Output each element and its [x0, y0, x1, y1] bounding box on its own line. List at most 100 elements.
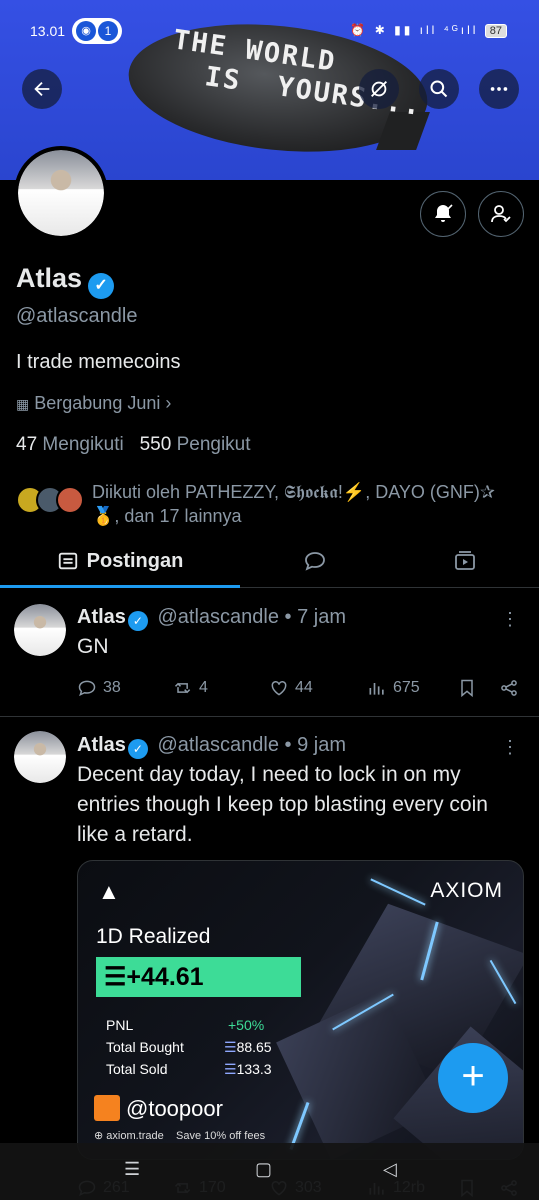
following-label: Mengikuti — [42, 434, 124, 455]
card-site: axiom.trade — [106, 1130, 164, 1142]
compose-post-button[interactable]: + — [438, 1043, 508, 1113]
joined-date[interactable]: ▦ Bergabung Juni › — [16, 393, 171, 414]
repost-icon — [174, 682, 191, 694]
verified-badge-icon[interactable]: ✓ — [88, 273, 115, 299]
avatar-image — [14, 731, 66, 783]
tab-media[interactable] — [390, 534, 539, 588]
home-icon[interactable]: ▢ — [255, 1159, 272, 1180]
profile-tabs: Postingan — [0, 534, 539, 588]
tab-active-indicator — [0, 585, 240, 588]
avatar-image — [14, 604, 66, 656]
replies-icon — [305, 552, 325, 571]
notify-button[interactable] — [420, 191, 466, 237]
reply-icon — [78, 680, 96, 697]
wifi-icon: ◉ — [76, 21, 96, 41]
followers-link[interactable]: 550 Pengikut — [140, 434, 251, 455]
share-icon — [501, 680, 517, 696]
search-button[interactable] — [419, 69, 459, 109]
back-nav-icon[interactable]: ◁ — [383, 1159, 397, 1180]
post-text: GN — [77, 635, 109, 658]
profile-avatar[interactable] — [14, 146, 108, 240]
notification-pill: ◉ 1 — [72, 18, 122, 44]
tab-replies[interactable] — [240, 534, 390, 588]
following-link[interactable]: 47 Mengikuti — [16, 434, 124, 455]
profile-name-text: Atlas — [16, 263, 83, 293]
posts-icon — [58, 552, 77, 570]
back-button[interactable] — [22, 69, 62, 109]
post-author-name[interactable]: Atlas — [77, 734, 126, 756]
post-author-handle[interactable]: @atlascandle — [157, 734, 278, 756]
solana-icon: ☰ — [104, 963, 127, 991]
card-brand: AXIOM — [430, 879, 503, 902]
card-row-label: Total Sold — [106, 1061, 168, 1077]
grok-icon — [371, 81, 387, 97]
calendar-icon: ▦ — [16, 396, 30, 412]
heart-icon — [271, 680, 287, 696]
battery-icon: 87 — [484, 24, 507, 38]
post-avatar[interactable] — [14, 604, 66, 656]
post-author-name[interactable]: Atlas — [77, 606, 126, 628]
avatar-image — [18, 150, 104, 236]
card-crack — [370, 878, 426, 906]
profile-name: Atlas ✓ — [16, 263, 115, 299]
share-button[interactable] — [499, 678, 519, 698]
view-count: 675 — [393, 679, 420, 696]
card-promo: Save 10% off fees — [176, 1130, 266, 1142]
reply-button[interactable]: 38 — [77, 678, 121, 698]
card-row-value-text: 88.65 — [236, 1039, 272, 1055]
post-text: Decent day today, I need to lock in on m… — [77, 763, 488, 846]
more-horizontal-icon — [490, 87, 508, 91]
tab-posts-label: Postingan — [86, 549, 184, 572]
tab-posts[interactable]: Postingan — [0, 534, 240, 588]
followers-label: Pengikut — [176, 434, 251, 455]
verified-badge-icon: ✓ — [127, 611, 148, 631]
profile-bio: I trade memecoins — [16, 351, 181, 373]
card-row-value: ☰88.65 — [224, 1039, 272, 1056]
followers-count: 550 — [139, 434, 172, 455]
system-nav-bar: ☰ ▢ ◁ — [0, 1143, 539, 1200]
post-avatar[interactable] — [14, 731, 66, 783]
chevron-right-icon: › — [165, 393, 172, 413]
bookmark-button[interactable] — [457, 678, 477, 698]
person-check-icon — [491, 205, 511, 223]
card-user: @toopoor — [94, 1095, 223, 1122]
following-button[interactable] — [478, 191, 524, 237]
arrow-left-icon — [34, 81, 50, 97]
card-row-label: PNL — [106, 1017, 134, 1033]
card-row-value: +50% — [228, 1017, 265, 1033]
joined-text: Bergabung Juni — [34, 393, 161, 413]
follow-stats: 47 Mengikuti 550 Pengikut — [16, 434, 251, 456]
views-icon — [369, 683, 384, 695]
user-avatar-icon — [94, 1095, 120, 1121]
post-author-handle[interactable]: @atlascandle — [157, 606, 278, 628]
following-count: 47 — [16, 434, 38, 455]
follower-avatars — [16, 486, 86, 514]
media-icon — [454, 551, 475, 570]
post-more-icon[interactable]: ⋮ — [501, 609, 519, 630]
post-more-icon[interactable]: ⋮ — [501, 737, 519, 758]
status-bar: 13.01 ◉ 1 ⏰ ✱ ▮▮ ıll ⁴ᴳıll 87 — [0, 14, 539, 50]
pnl-card-image[interactable]: ▲ AXIOM 1D Realized ☰+44.61 PNL +50% Tot… — [77, 860, 524, 1160]
card-period: 1D Realized — [96, 925, 211, 948]
post-time: • 7 jam — [284, 606, 346, 628]
recent-apps-icon[interactable]: ☰ — [124, 1159, 140, 1180]
solana-icon: ☰ — [224, 1039, 237, 1055]
card-pnl-value: +44.61 — [126, 963, 204, 991]
post-time: • 9 jam — [284, 734, 346, 756]
grok-button[interactable] — [359, 69, 399, 109]
like-button[interactable]: 44 — [269, 678, 313, 698]
post-header: Atlas ✓ @atlascandle • 7 jam — [77, 606, 346, 631]
more-options-button[interactable] — [479, 69, 519, 109]
post-actions: 38 4 44 675 — [77, 678, 527, 704]
status-time: 13.01 — [30, 23, 66, 39]
post-item[interactable]: Atlas ✓ @atlascandle • 7 jam ⋮ GN 38 4 44… — [0, 589, 539, 717]
plus-icon: + — [461, 1054, 485, 1098]
solana-icon: ☰ — [224, 1061, 237, 1077]
system-icons: ⏰ ✱ ▮▮ ıll ⁴ᴳıll — [350, 23, 479, 37]
card-pnl-box: ☰+44.61 — [96, 957, 301, 997]
card-user-text: @toopoor — [126, 1096, 223, 1121]
bell-check-icon — [435, 204, 453, 222]
views-button[interactable]: 675 — [367, 678, 420, 698]
card-row-label: Total Bought — [106, 1039, 184, 1055]
repost-button[interactable]: 4 — [173, 678, 208, 698]
